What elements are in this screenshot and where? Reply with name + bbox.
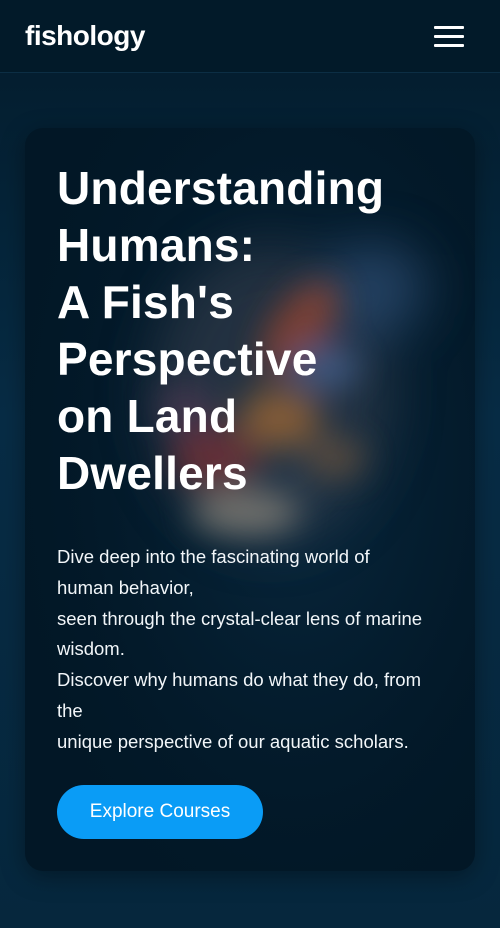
hero-description-line: human behavior, (57, 576, 194, 598)
hero-description-line: seen through the crystal-clear lens of m… (57, 607, 423, 629)
hero-title-line: Dwellers (57, 447, 248, 499)
hero-title-line: A Fish's (57, 276, 234, 328)
hero-description-line: wisdom. (57, 638, 125, 660)
site-logo[interactable]: fishology (25, 19, 145, 53)
hero-description-line: Dive deep into the fascinating world of (57, 546, 370, 567)
hero-description-line: the (57, 699, 83, 721)
hero-content: Understanding Humans: A Fish's Perspecti… (57, 160, 447, 758)
hero-title-line: Understanding (57, 162, 385, 214)
menu-bar-top (434, 26, 464, 29)
explore-courses-button[interactable]: Explore Courses (57, 785, 263, 839)
hero-title-line: Perspective (57, 333, 318, 385)
hero-title-line: Humans: (57, 219, 256, 271)
menu-bar-bottom (434, 44, 464, 47)
hero-description: Dive deep into the fascinating world of … (57, 542, 447, 758)
navbar: fishology (0, 0, 500, 73)
hero-description-line: unique perspective of our aquatic schola… (57, 730, 409, 752)
hero-card: Understanding Humans: A Fish's Perspecti… (25, 128, 475, 871)
hero-title-line: on Land (57, 390, 238, 442)
hero-description-line: Discover why humans do what they do, fro… (57, 669, 421, 691)
menu-bar-middle (434, 35, 464, 38)
hero-title: Understanding Humans: A Fish's Perspecti… (57, 160, 447, 502)
hamburger-menu-icon[interactable] (432, 24, 466, 50)
